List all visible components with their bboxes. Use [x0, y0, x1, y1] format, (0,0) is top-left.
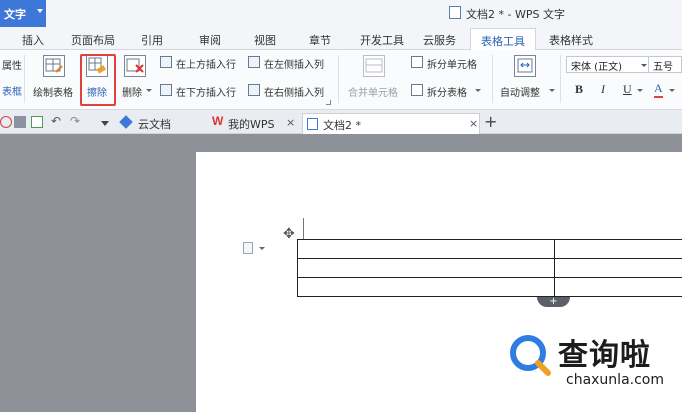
redo-icon[interactable]: ↷ [70, 115, 82, 128]
auto-adjust-icon [514, 55, 536, 77]
tab-my-wps[interactable]: W 我的WPS × [210, 113, 300, 134]
chevron-down-icon [475, 89, 481, 92]
chevron-down-icon [37, 9, 43, 13]
insert-column-left-button[interactable]: 在左侧插入列 [264, 56, 324, 71]
new-tab-button[interactable]: + [484, 112, 497, 131]
table-move-handle-icon[interactable]: ✥ [283, 226, 295, 242]
table-row [297, 277, 682, 297]
paragraph-layout-icon[interactable] [243, 242, 253, 254]
underline-button[interactable]: U [623, 82, 632, 97]
ribbon-divider [560, 55, 561, 103]
ribbon-divider [24, 55, 25, 103]
document-table[interactable] [297, 239, 682, 297]
table-cell[interactable] [297, 239, 555, 259]
chevron-down-icon[interactable] [101, 121, 109, 126]
insert-column-right-button[interactable]: 在右侧插入列 [264, 84, 324, 99]
ribbon-divider [492, 55, 493, 103]
share-icon[interactable] [0, 116, 12, 128]
table-row [297, 258, 682, 278]
draw-table-button[interactable]: 绘制表格 [33, 84, 73, 99]
erase-highlight [80, 54, 116, 106]
tab-table-style[interactable]: 表格样式 [549, 32, 593, 48]
tab-developer[interactable]: 开发工具 [360, 32, 404, 48]
document-tab-bar: ↶ ↷ 云文档 W 我的WPS × 文档2 * × + [0, 110, 682, 134]
insert-row-below-button[interactable]: 在下方插入行 [176, 84, 236, 99]
table-row [297, 239, 682, 259]
wps-logo-icon: W [212, 114, 224, 128]
tab-table-tools-label: 表格工具 [481, 35, 525, 48]
tab-review[interactable]: 审阅 [199, 32, 221, 48]
tab-insert[interactable]: 插入 [22, 32, 44, 48]
app-menu-button[interactable]: 文字 [0, 0, 46, 27]
chevron-down-icon[interactable] [259, 247, 265, 250]
print-icon[interactable] [14, 116, 26, 128]
chevron-down-icon [549, 89, 555, 92]
chevron-down-icon [641, 64, 647, 67]
font-size-value: 五号 [653, 62, 673, 73]
table-properties-button[interactable]: 属性 [2, 57, 22, 72]
split-table-button[interactable]: 拆分表格 [427, 84, 467, 99]
delete-table-icon [124, 55, 146, 77]
font-color-button[interactable]: A [654, 81, 663, 98]
bold-button[interactable]: B [575, 82, 583, 97]
merge-cells-button[interactable]: 合并单元格 [348, 84, 398, 99]
tab-page-layout[interactable]: 页面布局 [71, 32, 115, 48]
tab-label: 云文档 [138, 118, 171, 131]
watermark-domain: chaxunla.com [566, 372, 664, 388]
print-preview-icon[interactable] [31, 116, 43, 128]
table-cell[interactable] [554, 239, 682, 259]
tab-document-2[interactable]: 文档2 * × [302, 113, 480, 134]
text-cursor [303, 218, 304, 240]
font-name-select[interactable]: 宋体 (正文) [566, 56, 650, 73]
close-icon[interactable]: × [286, 116, 295, 129]
document-icon [449, 6, 461, 19]
table-cell[interactable] [297, 258, 555, 278]
watermark-text: 查询啦 [558, 338, 651, 373]
tab-section[interactable]: 章节 [309, 32, 331, 48]
chevron-down-icon [146, 89, 152, 92]
insert-column-left-icon [248, 56, 260, 68]
font-name-value: 宋体 (正文) [571, 62, 622, 73]
cloud-doc-icon [119, 115, 133, 129]
split-table-icon [411, 84, 423, 96]
tab-table-tools[interactable]: 表格工具 [470, 28, 536, 51]
tab-view[interactable]: 视图 [254, 32, 276, 48]
delete-button[interactable]: 删除 [122, 84, 142, 99]
italic-button[interactable]: I [601, 82, 605, 97]
document-icon [307, 118, 318, 130]
dialog-launcher-icon[interactable] [326, 100, 331, 105]
table-border-button[interactable]: 表框 [2, 83, 22, 98]
tab-label: 文档2 * [323, 119, 361, 132]
insert-row-above-icon [160, 56, 172, 68]
undo-icon[interactable]: ↶ [51, 115, 63, 128]
chaxunla-logo-icon [510, 335, 551, 376]
font-size-select[interactable]: 五号 [648, 56, 682, 73]
tab-label: 我的WPS [228, 118, 275, 131]
window-title: 文档2 * - WPS 文字 [466, 8, 565, 21]
app-menu-label: 文字 [4, 8, 26, 21]
insert-column-right-icon [248, 84, 260, 96]
chevron-down-icon [669, 89, 675, 92]
split-cells-icon [411, 56, 423, 68]
menu-bar: 插入 页面布局 引用 审阅 视图 章节 开发工具 云服务 表格工具 表格样式 [0, 28, 682, 51]
title-bar: 文字 文档2 * - WPS 文字 [0, 0, 682, 28]
tab-references[interactable]: 引用 [141, 32, 163, 48]
chevron-down-icon [637, 89, 643, 92]
auto-adjust-button[interactable]: 自动调整 [500, 84, 540, 99]
table-cell[interactable] [554, 277, 682, 297]
tab-cloud-service[interactable]: 云服务 [423, 32, 456, 48]
insert-row-below-icon [160, 84, 172, 96]
add-row-button[interactable]: + [537, 297, 570, 307]
table-cell[interactable] [554, 258, 682, 278]
merge-cells-icon [363, 55, 385, 77]
split-cells-button[interactable]: 拆分单元格 [427, 56, 477, 71]
tab-cloud-docs[interactable]: 云文档 [118, 113, 198, 134]
draw-table-icon [43, 55, 65, 77]
table-cell[interactable] [297, 277, 555, 297]
close-icon[interactable]: × [469, 117, 478, 130]
ribbon-divider [338, 55, 339, 103]
insert-row-above-button[interactable]: 在上方插入行 [176, 56, 236, 71]
